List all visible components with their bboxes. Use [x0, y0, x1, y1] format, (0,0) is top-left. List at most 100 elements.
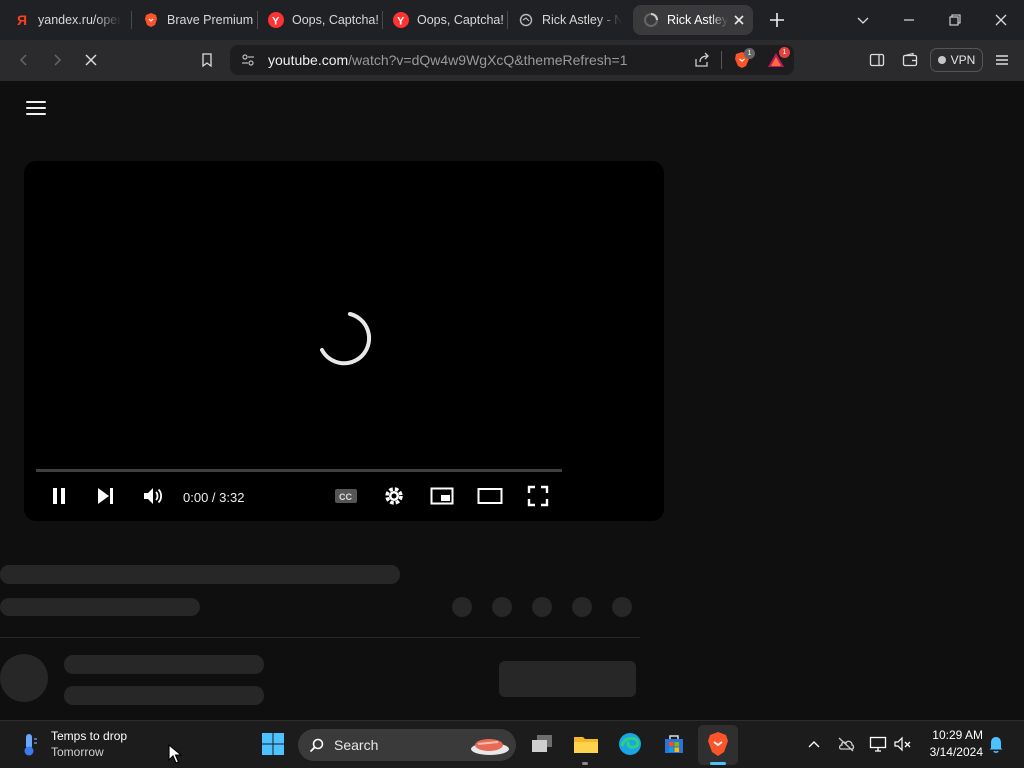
brave-icon	[143, 12, 159, 28]
thermometer-icon[interactable]	[20, 733, 40, 762]
share-icon[interactable]	[693, 51, 711, 74]
action-skeleton	[532, 597, 552, 617]
close-window-button[interactable]	[987, 6, 1015, 34]
mouse-cursor-icon	[168, 744, 182, 764]
tab-separator	[382, 11, 383, 29]
restore-button[interactable]	[941, 6, 969, 34]
vpn-button[interactable]: VPN	[930, 48, 983, 72]
url-path: /watch?v=dQw4w9WgXcQ&themeRefresh=1	[348, 52, 628, 68]
new-tab-button[interactable]	[766, 9, 788, 31]
notification-bell-icon[interactable]	[987, 735, 1005, 753]
omnibox-separator	[721, 51, 722, 69]
channel-skeleton	[64, 655, 264, 674]
tab-title: Rick Astley - N	[542, 13, 622, 27]
title-skeleton	[0, 565, 400, 584]
tab-yandex[interactable]: Я yandex.ru/oper	[14, 5, 124, 35]
site-info-icon[interactable]	[240, 52, 256, 73]
theater-mode-icon[interactable]	[477, 483, 503, 509]
loading-spinner-icon	[320, 312, 372, 366]
pause-button[interactable]	[46, 483, 72, 509]
main-menu-icon[interactable]	[991, 49, 1013, 71]
action-skeleton	[572, 597, 592, 617]
svg-text:CC: CC	[339, 492, 352, 502]
time-display: 0:00 / 3:32	[183, 490, 245, 505]
tab-rick-astley-1[interactable]: Rick Astley - N	[518, 5, 622, 35]
tab-title: Oops, Captcha!	[292, 13, 379, 27]
browser-toolbar: youtube.com/watch?v=dQw4w9WgXcQ&themeRef…	[0, 40, 1024, 81]
subscribe-skeleton	[499, 661, 636, 697]
guide-menu-icon[interactable]	[26, 101, 46, 115]
close-tab-icon[interactable]	[731, 12, 747, 28]
tab-title: Oops, Captcha!	[417, 13, 504, 27]
bookmark-icon[interactable]	[196, 49, 218, 71]
network-icon[interactable]	[869, 735, 887, 753]
search-highlight-icon	[468, 732, 512, 763]
tab-brave-premium[interactable]: Brave Premium	[143, 5, 255, 35]
action-skeleton	[612, 597, 632, 617]
onedrive-offline-icon[interactable]	[837, 735, 855, 753]
divider	[0, 637, 640, 638]
fullscreen-icon[interactable]	[525, 483, 551, 509]
edge-icon[interactable]	[615, 729, 645, 759]
sidebar-icon[interactable]	[866, 49, 888, 71]
loading-icon	[643, 12, 659, 28]
clock-time[interactable]: 10:29 AM	[929, 728, 983, 742]
svg-text:Я: Я	[17, 12, 27, 28]
rewards-badge: 1	[779, 47, 790, 58]
yandex-icon: Я	[14, 12, 30, 28]
explorer-running-indicator	[582, 762, 588, 765]
minimize-button[interactable]	[895, 6, 923, 34]
clock-date[interactable]: 3/14/2024	[922, 745, 983, 759]
wallet-icon[interactable]	[899, 49, 921, 71]
progress-bar[interactable]	[36, 469, 562, 472]
microsoft-store-icon[interactable]	[659, 729, 689, 759]
windows-taskbar: Temps to drop Tomorrow Search 10:29 AM 3…	[0, 720, 1024, 768]
tab-rick-astley-active[interactable]: Rick Astley	[633, 5, 753, 35]
back-button[interactable]	[13, 49, 35, 71]
address-bar[interactable]: youtube.com/watch?v=dQw4w9WgXcQ&themeRef…	[230, 45, 794, 75]
brave-taskbar-icon[interactable]	[703, 729, 733, 759]
svg-text:Y: Y	[272, 16, 280, 28]
tab-captcha-1[interactable]: Y Oops, Captcha!	[268, 5, 380, 35]
globe-icon	[518, 12, 534, 28]
next-button[interactable]	[92, 483, 118, 509]
tab-separator	[257, 11, 258, 29]
show-hidden-icons-chevron-icon[interactable]	[805, 735, 823, 753]
task-view-icon[interactable]	[527, 729, 557, 759]
stop-loading-button[interactable]	[80, 49, 102, 71]
tab-strip: Я yandex.ru/oper Brave Premium Y Oops, C…	[0, 0, 1024, 40]
action-skeleton	[492, 597, 512, 617]
subtitles-cc-icon[interactable]: CC	[333, 483, 359, 509]
tab-title: Rick Astley	[667, 13, 729, 27]
file-explorer-icon[interactable]	[571, 729, 601, 759]
volume-muted-icon[interactable]	[894, 735, 912, 753]
tab-title: yandex.ru/oper	[38, 13, 122, 27]
meta-skeleton	[0, 598, 200, 616]
tab-title: Brave Premium	[167, 13, 254, 27]
weather-subtitle[interactable]: Tomorrow	[51, 745, 104, 759]
windows-start-icon[interactable]	[258, 729, 288, 759]
volume-icon[interactable]	[140, 483, 166, 509]
miniplayer-icon[interactable]	[429, 483, 455, 509]
taskbar-search[interactable]: Search	[298, 729, 516, 761]
url-text[interactable]: youtube.com/watch?v=dQw4w9WgXcQ&themeRef…	[268, 52, 628, 68]
svg-text:Y: Y	[397, 16, 405, 28]
brave-running-indicator	[710, 762, 726, 765]
tab-separator	[131, 11, 132, 29]
settings-gear-icon[interactable]	[381, 483, 407, 509]
vpn-status-icon	[937, 56, 946, 64]
search-icon	[309, 738, 324, 758]
search-label: Search	[334, 737, 379, 753]
tab-search-chevron-icon[interactable]	[849, 6, 877, 34]
vpn-label: VPN	[950, 53, 976, 67]
action-skeleton	[452, 597, 472, 617]
yandex-browser-icon: Y	[393, 12, 409, 28]
youtube-page: 0:00 / 3:32 CC	[0, 81, 1024, 720]
tab-captcha-2[interactable]: Y Oops, Captcha!	[393, 5, 505, 35]
video-player[interactable]: 0:00 / 3:32 CC	[24, 161, 664, 521]
tab-separator	[507, 11, 508, 29]
forward-button[interactable]	[46, 49, 68, 71]
weather-title[interactable]: Temps to drop	[51, 729, 127, 743]
yandex-browser-icon: Y	[268, 12, 284, 28]
url-host: youtube.com	[268, 52, 349, 68]
